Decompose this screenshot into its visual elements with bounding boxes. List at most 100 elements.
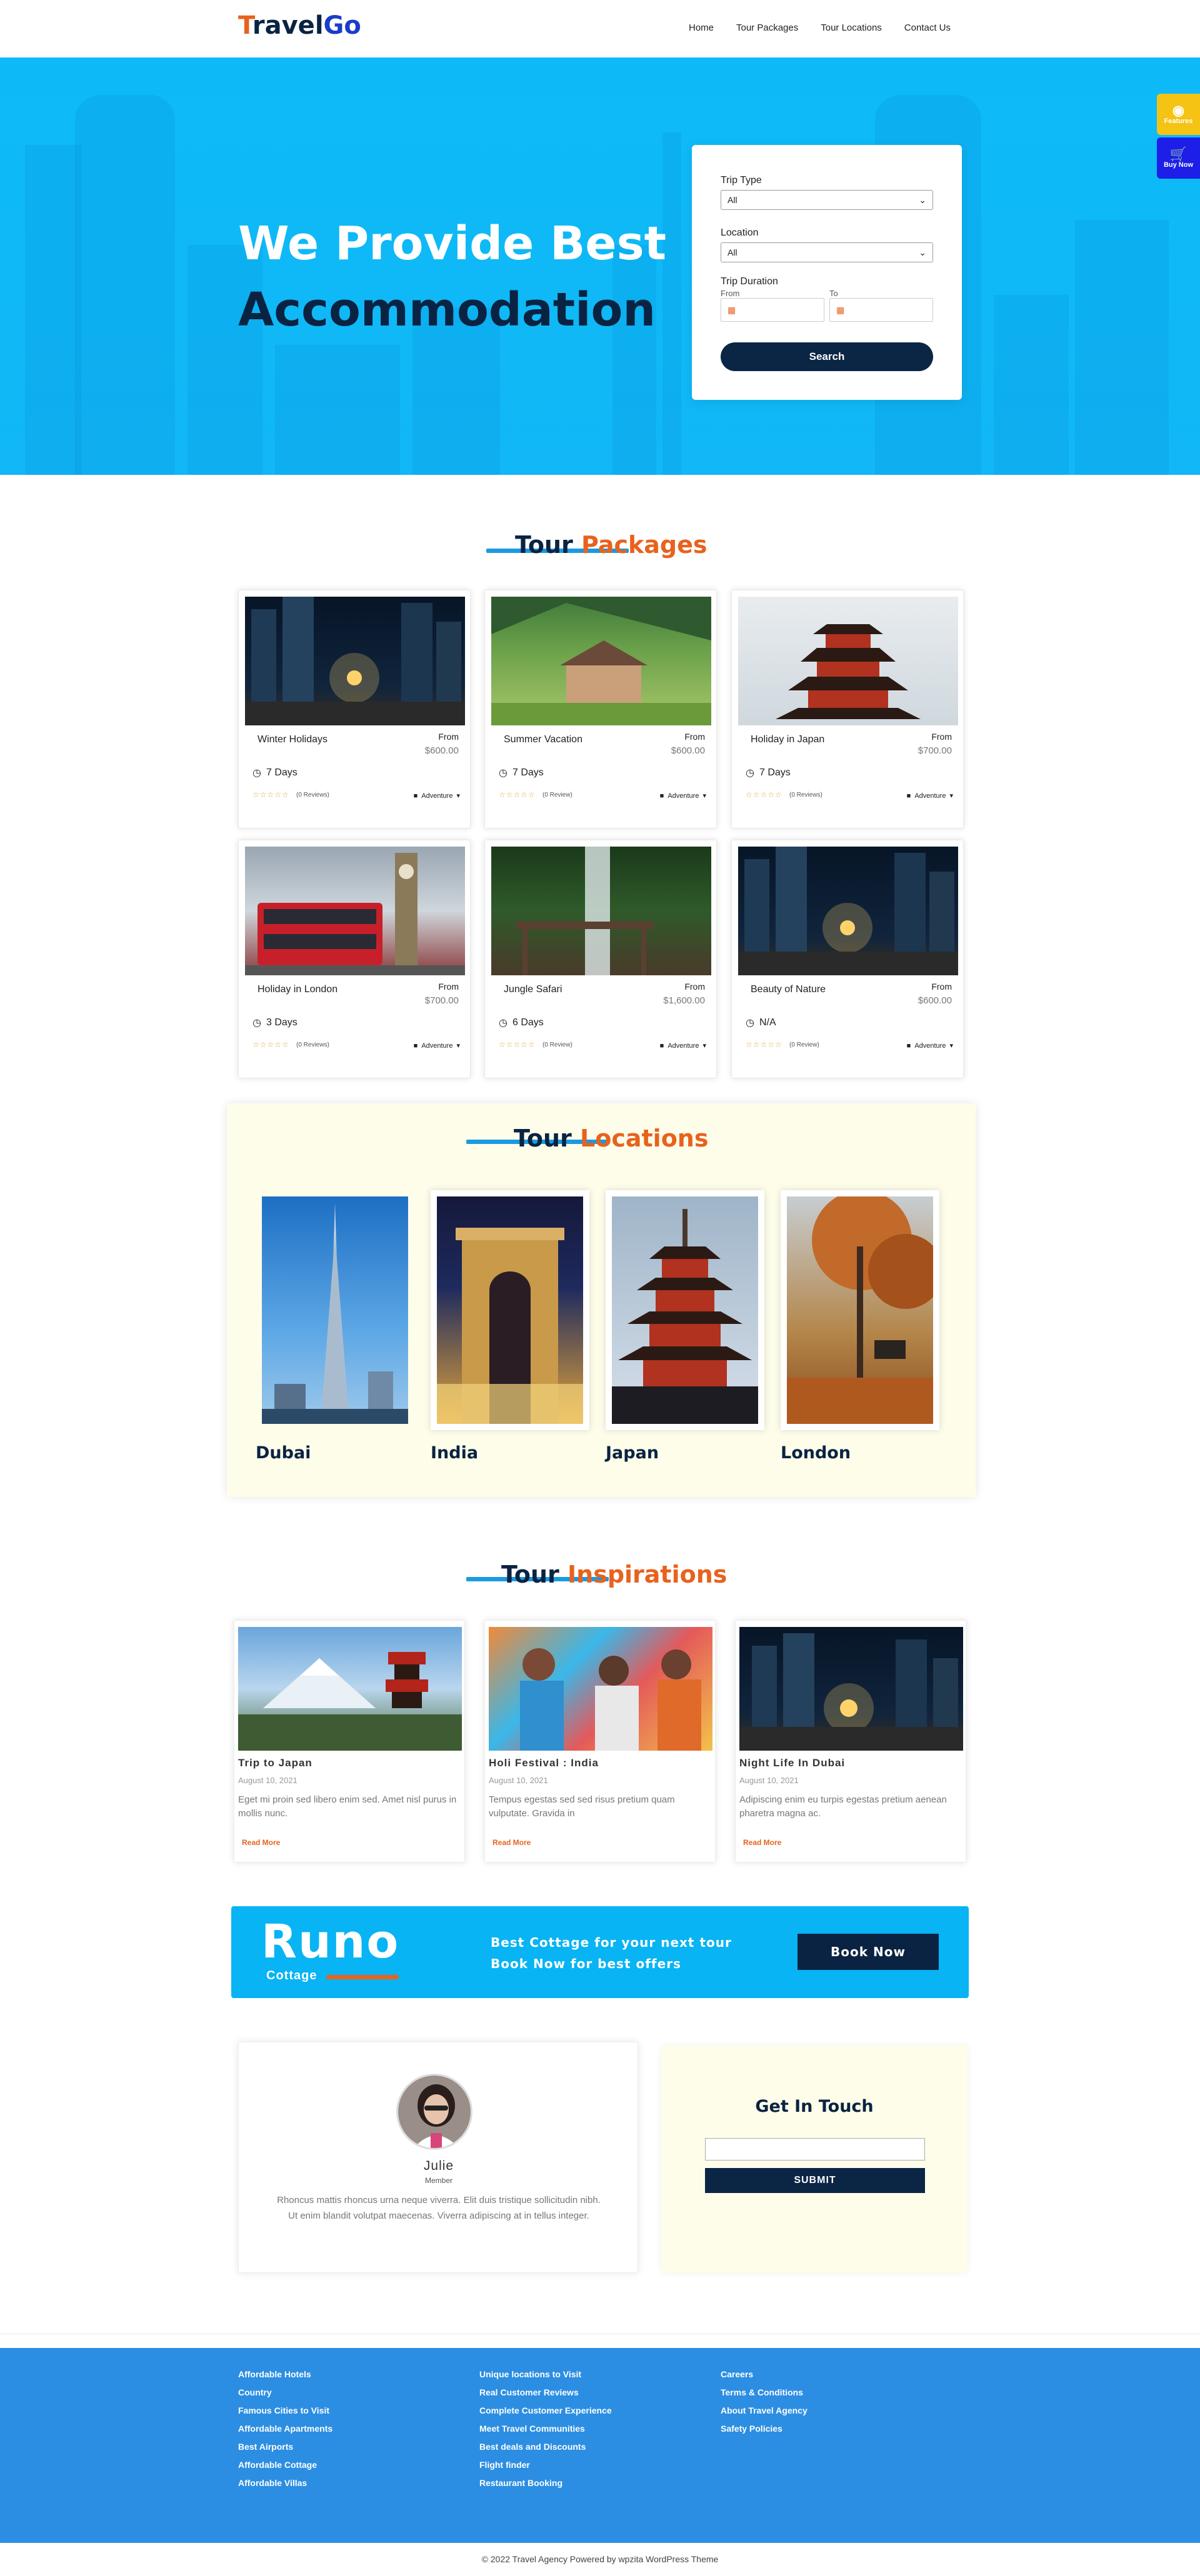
category-dropdown[interactable]: ■ Adventure ▾ [414, 1042, 460, 1050]
inspiration-excerpt: Adipiscing enim eu turpis egestas pretiu… [739, 1794, 947, 1819]
email-field[interactable] [705, 2138, 925, 2161]
location-name-india[interactable]: India [431, 1443, 478, 1463]
package-name[interactable]: Summer Vacation [504, 734, 582, 745]
chevron-down-icon: ▾ [702, 792, 706, 800]
package-from-label: From [684, 982, 705, 992]
package-card[interactable]: Winter Holidays From $600.00 ◷ 7 Days ☆☆☆☆☆ (0… [238, 590, 471, 828]
footer-column-1: Affordable Hotels Country Famous Cities … [238, 2369, 332, 2488]
footer-link[interactable]: Complete Customer Experience [479, 2405, 612, 2415]
calendar-icon: ▦ [728, 304, 736, 315]
chevron-down-icon: ▾ [456, 1042, 460, 1050]
footer-link[interactable]: Affordable Apartments [238, 2424, 332, 2434]
title-word-1: Tour [501, 1561, 559, 1588]
package-price: $600.00 [918, 995, 952, 1006]
package-card[interactable]: Holiday in Japan From $700.00 ◷ 7 Days ☆☆☆☆☆ (… [731, 590, 964, 828]
footer-link[interactable]: Meet Travel Communities [479, 2424, 612, 2434]
to-date-input[interactable]: ▦ [829, 298, 933, 322]
footer-link[interactable]: Affordable Cottage [238, 2460, 332, 2470]
location-name-london[interactable]: London [781, 1443, 851, 1463]
package-duration: ◷ 3 Days [252, 1017, 298, 1029]
clock-icon: ◷ [499, 768, 508, 778]
nav-tour-packages[interactable]: Tour Packages [736, 22, 798, 33]
inspiration-title[interactable]: Night Life In Dubai [739, 1757, 845, 1769]
package-card[interactable]: Beauty of Nature From $600.00 ◷ N/A ☆☆☆☆☆ (0 R… [731, 840, 964, 1078]
package-name[interactable]: Beauty of Nature [751, 984, 826, 995]
skyline-building [994, 295, 1069, 475]
package-days: 7 Days [759, 767, 791, 778]
footer-link[interactable]: Safety Policies [721, 2424, 808, 2434]
rating-stars: ☆☆☆☆☆ [252, 790, 289, 799]
footer-link[interactable]: Affordable Hotels [238, 2369, 332, 2379]
package-name[interactable]: Winter Holidays [258, 734, 328, 745]
to-label: To [829, 289, 838, 298]
inspiration-title[interactable]: Holi Festival : India [489, 1757, 599, 1769]
clock-icon: ◷ [252, 1018, 261, 1028]
read-more-link[interactable]: Read More [739, 1836, 785, 1849]
clock-icon: ◷ [252, 768, 261, 778]
category-dropdown[interactable]: ■ Adventure ▾ [907, 1042, 953, 1050]
category-dropdown[interactable]: ■ Adventure ▾ [660, 792, 706, 800]
location-card-london[interactable] [781, 1190, 939, 1430]
package-name[interactable]: Jungle Safari [504, 984, 562, 995]
location-select[interactable]: All ⌄ [721, 242, 933, 262]
from-date-input[interactable]: ▦ [721, 298, 824, 322]
night-city-illustration [738, 847, 958, 975]
read-more-link[interactable]: Read More [238, 1836, 284, 1849]
folder-icon: ■ [413, 1042, 418, 1050]
footer-link[interactable]: Famous Cities to Visit [238, 2405, 332, 2415]
nav-home[interactable]: Home [689, 22, 714, 33]
location-name-japan[interactable]: Japan [606, 1443, 659, 1463]
location-card-japan[interactable] [606, 1190, 764, 1430]
footer-link[interactable]: Careers [721, 2369, 808, 2379]
footer-link[interactable]: Best deals and Discounts [479, 2442, 612, 2452]
package-card[interactable]: Jungle Safari From $1,600.00 ◷ 6 Days ☆☆☆☆☆ (0… [484, 840, 717, 1078]
package-name[interactable]: Holiday in Japan [751, 734, 824, 745]
footer-link[interactable]: Unique locations to Visit [479, 2369, 612, 2379]
footer-link[interactable]: Affordable Villas [238, 2478, 332, 2488]
skyline-building [25, 145, 81, 475]
footer-link[interactable]: About Travel Agency [721, 2405, 808, 2415]
footer-link[interactable]: Restaurant Booking [479, 2478, 612, 2488]
package-card[interactable]: Summer Vacation From $600.00 ◷ 7 Days ☆☆☆☆☆ (0… [484, 590, 717, 828]
read-more-link[interactable]: Read More [489, 1836, 534, 1849]
footer-link[interactable]: Terms & Conditions [721, 2387, 808, 2397]
nav-tour-locations[interactable]: Tour Locations [821, 22, 882, 33]
package-days: 6 Days [512, 1017, 544, 1028]
features-side-button[interactable]: ◉ Features [1157, 94, 1200, 135]
mount-fuji-illustration [238, 1652, 462, 1751]
package-card[interactable]: Holiday in London From $700.00 ◷ 3 Days ☆☆☆☆☆… [238, 840, 471, 1078]
site-header: TravelGo Home Tour Packages Tour Locatio… [0, 0, 1200, 57]
folder-icon: ■ [906, 1042, 911, 1050]
category-dropdown[interactable]: ■ Adventure ▾ [660, 1042, 706, 1050]
search-button[interactable]: Search [721, 342, 933, 371]
footer-link[interactable]: Flight finder [479, 2460, 612, 2470]
book-now-button[interactable]: Book Now [798, 1934, 939, 1970]
night-city-illustration [739, 1633, 963, 1751]
inspiration-title[interactable]: Trip to Japan [238, 1757, 312, 1769]
rating-stars: ☆☆☆☆☆ [746, 790, 782, 799]
category-dropdown[interactable]: ■ Adventure ▾ [414, 792, 460, 800]
rating-stars: ☆☆☆☆☆ [746, 1040, 782, 1049]
location-card-dubai[interactable] [256, 1190, 414, 1430]
site-logo[interactable]: TravelGo [238, 11, 361, 40]
trip-type-value: All [728, 195, 738, 205]
inspiration-card: Night Life In Dubai August 10, 2021 Adip… [735, 1620, 966, 1862]
package-from-label: From [931, 732, 952, 742]
package-price: $1,600.00 [663, 995, 705, 1006]
location-name-dubai[interactable]: Dubai [256, 1443, 311, 1463]
category-label: Adventure [421, 1042, 453, 1050]
contact-form: Get In Touch SUBMIT [661, 2046, 968, 2273]
footer-link[interactable]: Country [238, 2387, 332, 2397]
submit-button[interactable]: SUBMIT [705, 2168, 925, 2193]
testimonial-name: Julie [423, 2159, 454, 2173]
footer-column-2: Unique locations to Visit Real Customer … [479, 2369, 612, 2488]
buy-now-side-button[interactable]: 🛒 Buy Now [1157, 137, 1200, 179]
nav-contact-us[interactable]: Contact Us [904, 22, 951, 33]
location-card-india[interactable] [431, 1190, 589, 1430]
footer-link[interactable]: Real Customer Reviews [479, 2387, 612, 2397]
package-name[interactable]: Holiday in London [258, 984, 338, 995]
category-dropdown[interactable]: ■ Adventure ▾ [907, 792, 953, 800]
footer-link[interactable]: Best Airports [238, 2442, 332, 2452]
trip-type-select[interactable]: All ⌄ [721, 190, 933, 210]
chevron-down-icon: ⌄ [919, 247, 926, 257]
